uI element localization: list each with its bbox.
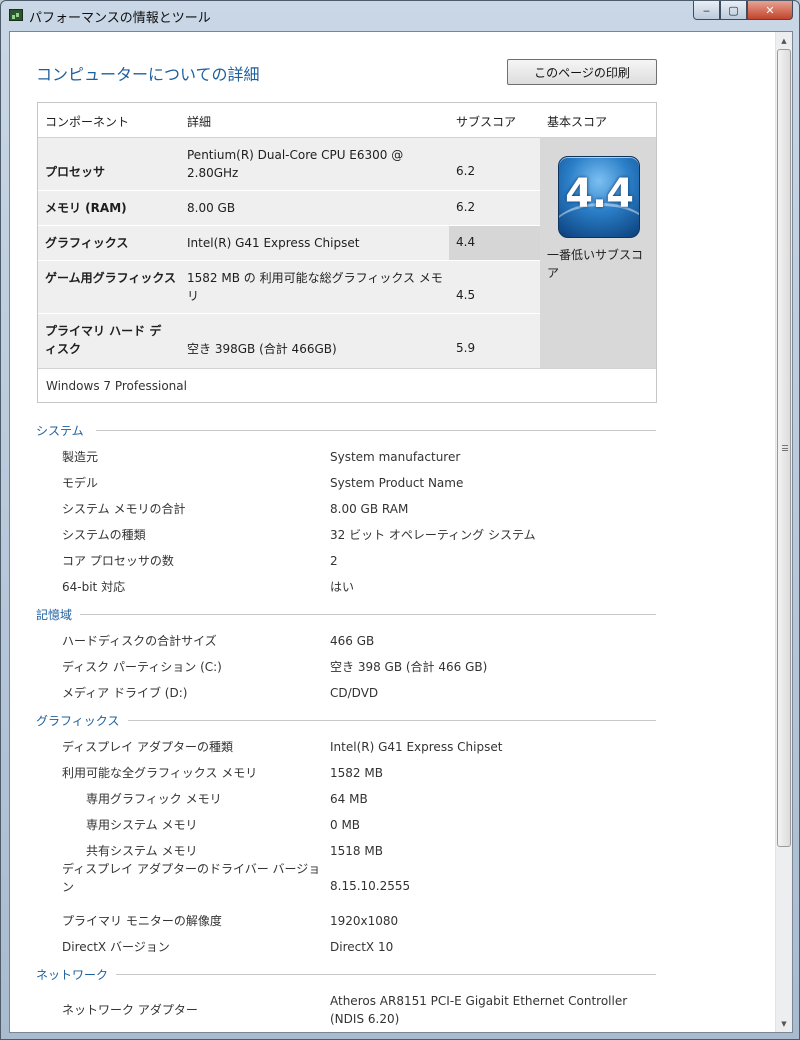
print-page-button[interactable]: このページの印刷 <box>507 59 657 85</box>
os-edition-row: Windows 7 Professional <box>38 368 656 402</box>
performance-app-icon <box>9 9 23 21</box>
component-label: プロセッサ <box>45 165 106 179</box>
grip-icon <box>782 445 788 451</box>
section-divider <box>128 720 656 721</box>
component-details: 空き 398GB (合計 466GB) <box>187 342 337 356</box>
os-edition: Windows 7 Professional <box>46 379 187 393</box>
score-table-header: コンポーネント 詳細 サブスコア 基本スコア <box>38 103 656 138</box>
header-details: 詳細 <box>187 115 212 129</box>
section-divider <box>116 974 656 975</box>
component-label: プライマリ ハード ディスク <box>45 324 162 356</box>
base-score-value: 4.4 <box>565 171 634 217</box>
maximize-button[interactable]: ▢ <box>720 1 747 20</box>
subscore-value: 4.5 <box>456 288 476 302</box>
base-score-caption: 一番低いサブスコア <box>547 248 644 280</box>
vertical-scrollbar[interactable]: ▲ ▼ <box>775 32 792 1032</box>
section-divider <box>80 614 656 615</box>
component-details: Intel(R) G41 Express Chipset <box>187 236 360 250</box>
section-title: 記憶域 <box>36 608 73 622</box>
base-score-panel: 4.4 一番低いサブスコア <box>540 138 656 368</box>
section-system-header: システム <box>36 422 656 438</box>
scroll-thumb[interactable] <box>777 49 791 847</box>
base-score-badge: 4.4 <box>558 156 640 238</box>
subscore-value: 4.4 <box>456 235 476 249</box>
header-component: コンポーネント <box>45 115 130 129</box>
minimize-button[interactable]: ‒ <box>693 1 720 20</box>
section-graphics-header: グラフィックス <box>36 712 656 728</box>
scroll-up-arrow-icon[interactable]: ▲ <box>776 32 792 49</box>
subscore-value: 6.2 <box>456 164 476 178</box>
component-details: 8.00 GB <box>187 201 236 215</box>
subscore-value: 6.2 <box>456 200 476 214</box>
component-label: メモリ (RAM) <box>45 201 127 215</box>
component-details: Pentium(R) Dual-Core CPU E6300 @ 2.80GHz <box>187 148 404 180</box>
section-title: グラフィックス <box>36 714 120 728</box>
title-bar[interactable]: パフォーマンスの情報とツール ‒ ▢ ✕ <box>1 1 799 31</box>
component-label: ゲーム用グラフィックス <box>45 271 177 285</box>
score-row-graphics: グラフィックス Intel(R) G41 Express Chipset 4.4 <box>38 226 540 261</box>
page-title: コンピューターについての詳細 <box>36 65 260 84</box>
score-row-processor: プロセッサ Pentium(R) Dual-Core CPU E6300 @ 2… <box>38 138 540 191</box>
close-button[interactable]: ✕ <box>747 1 793 20</box>
window-frame: パフォーマンスの情報とツール ‒ ▢ ✕ コンピューターについての詳細 このペー… <box>0 0 800 1040</box>
section-storage-header: 記憶域 <box>36 606 656 622</box>
section-divider <box>96 430 656 431</box>
window-title: パフォーマンスの情報とツール <box>29 11 211 26</box>
section-title: ネットワーク <box>36 968 109 982</box>
component-label: グラフィックス <box>45 236 129 250</box>
subscore-value: 5.9 <box>456 341 476 355</box>
scroll-down-arrow-icon[interactable]: ▼ <box>776 1015 792 1032</box>
score-row-gaming-graphics: ゲーム用グラフィックス 1582 MB の 利用可能な総グラフィックス メモリ … <box>38 261 540 314</box>
score-table: コンポーネント 詳細 サブスコア 基本スコア プロセッサ Pentium(R) … <box>37 102 657 403</box>
header-subscore: サブスコア <box>456 115 517 129</box>
section-network-header: ネットワーク <box>36 966 656 982</box>
client-area: コンピューターについての詳細 このページの印刷 コンポーネント 詳細 サブスコア… <box>9 31 793 1033</box>
window-controls: ‒ ▢ ✕ <box>693 1 793 21</box>
score-row-hard-disk: プライマリ ハード ディスク 空き 398GB (合計 466GB) 5.9 <box>38 314 540 368</box>
section-title: システム <box>36 424 84 438</box>
score-row-memory: メモリ (RAM) 8.00 GB 6.2 <box>38 191 540 226</box>
header-basescore: 基本スコア <box>547 115 608 129</box>
component-details: 1582 MB の 利用可能な総グラフィックス メモリ <box>187 271 443 303</box>
